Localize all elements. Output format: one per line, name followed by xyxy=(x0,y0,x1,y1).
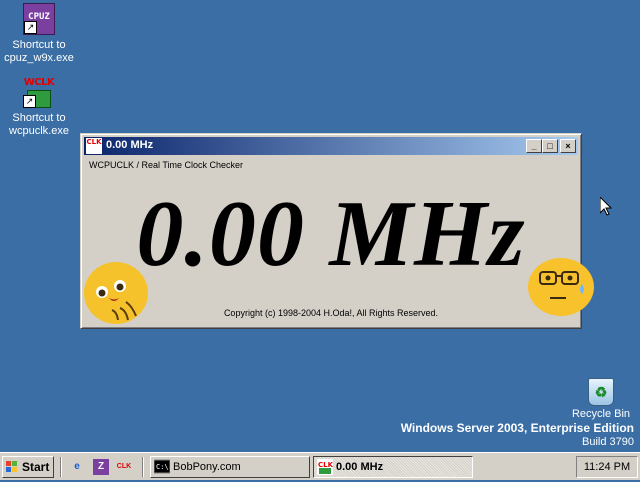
taskbar-item-label: BobPony.com xyxy=(173,461,241,473)
wcpuclk-icon[interactable]: CLK xyxy=(116,459,132,475)
blushing-face-drawing xyxy=(96,280,137,321)
window-title: 0.00 MHz xyxy=(106,139,154,151)
desktop-icon-label-line1: Shortcut to xyxy=(12,112,66,124)
nervous-face-drawing xyxy=(539,271,584,299)
start-button[interactable]: Start xyxy=(2,456,54,478)
blushing-face-emoji xyxy=(84,262,148,324)
taskbar-item-label: 0.00 MHz xyxy=(336,461,384,473)
taskbar-separator xyxy=(60,457,62,477)
taskbar-item-bobpony[interactable]: C:\ BobPony.com xyxy=(150,456,310,478)
maximize-button[interactable]: □ xyxy=(542,139,558,153)
cpuz-icon: CPUZ ↗ xyxy=(23,3,55,35)
app-icon-glyph: CLK xyxy=(86,138,102,146)
taskbar-item-wcpuclk[interactable]: CLK 0.00 MHz xyxy=(313,456,473,478)
desktop-icon-wcpuclk[interactable]: WCLK ↗ Shortcut to wcpuclk.exe xyxy=(1,76,77,138)
app-icon[interactable]: CLK xyxy=(86,138,102,154)
wcpuclk-window[interactable]: CLK 0.00 MHz _ □ × WCPUCLK / Real Time C… xyxy=(80,133,582,329)
recycle-bin-icon: ♻ xyxy=(588,378,614,406)
wcpuclk-icon: CLK xyxy=(317,459,334,475)
taskbar: Start e Z CLK C:\ BobPony.com CLK 0.00 M… xyxy=(0,452,640,480)
frequency-display: 0.00 MHz xyxy=(136,182,526,286)
z-app-icon[interactable]: Z xyxy=(93,459,109,475)
shortcut-arrow-icon: ↗ xyxy=(23,95,36,108)
wcpuclk-icon-glyph: WCLK xyxy=(23,77,55,88)
app-subtitle: WCPUCLK / Real Time Clock Checker xyxy=(89,160,244,170)
close-button[interactable]: × xyxy=(560,139,576,153)
start-label: Start xyxy=(22,460,50,474)
system-tray[interactable]: 11:24 PM xyxy=(576,456,638,478)
desktop-icon-label-line2: cpuz_w9x.exe xyxy=(4,52,74,64)
minimize-button[interactable]: _ xyxy=(526,139,542,153)
shortcut-arrow-icon: ↗ xyxy=(24,21,37,34)
os-edition-text: Windows Server 2003, Enterprise Edition xyxy=(400,421,634,435)
wcpuclk-icon: WCLK ↗ xyxy=(23,76,55,108)
svg-text:CLK: CLK xyxy=(318,461,333,469)
recycle-bin[interactable]: ♻ Recycle Bin xyxy=(566,378,636,420)
desktop-icon-label-line2: wcpuclk.exe xyxy=(9,125,69,137)
copyright-text: Copyright (c) 1998-2004 H.Oda!, All Righ… xyxy=(223,308,439,318)
tray-clock[interactable]: 11:24 PM xyxy=(584,461,630,473)
recycle-bin-label: Recycle Bin xyxy=(571,408,631,420)
taskbar-separator xyxy=(142,457,144,477)
mouse-cursor-icon xyxy=(600,197,612,216)
os-build-text: Build 3790 xyxy=(582,436,634,448)
nervous-glasses-face-emoji xyxy=(528,258,594,316)
title-bar[interactable]: CLK 0.00 MHz _ □ × xyxy=(84,137,578,155)
internet-explorer-icon[interactable]: e xyxy=(69,459,85,475)
command-prompt-icon: C:\ xyxy=(153,459,171,475)
desktop-icon-cpuz[interactable]: CPUZ ↗ Shortcut to cpuz_w9x.exe xyxy=(1,3,77,65)
desktop-icon-label-line1: Shortcut to xyxy=(12,39,66,51)
svg-text:C:\: C:\ xyxy=(156,463,169,471)
windows-flag-icon xyxy=(6,461,18,473)
